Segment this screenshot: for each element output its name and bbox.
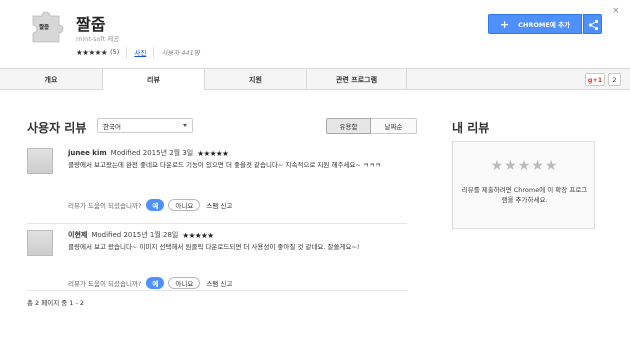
review-item: 이현제 Modified 2015년 1월 28일 ★★★★★ 클량에서 보고 … bbox=[27, 230, 407, 290]
add-to-chrome-button[interactable]: + CHROME에 추가 bbox=[488, 14, 582, 34]
review-date: Modified 2015년 1월 28일 bbox=[91, 231, 179, 239]
tab-bar: 개요 리뷰 지원 관련 프로그램 g+1 2 bbox=[0, 68, 630, 91]
reviews-content: 사용자 리뷰 한국어 유용함 날짜순 junee kim Modified 20… bbox=[0, 90, 630, 346]
provider-text: mint-soft 제공 bbox=[76, 35, 120, 43]
review-text: 클량에서 보고 왔습니다~ 이미지 선택해서 원클릭 다운로드되면 더 사용성이… bbox=[68, 243, 360, 251]
helpful-row: 리뷰가 도움이 되셨습니까? 예 아니요 스팸 신고 bbox=[68, 277, 232, 289]
meta-row: ★★★★★ (5) 사진 사용자 441명 bbox=[76, 46, 200, 58]
review-header: 이현제 Modified 2015년 1월 28일 ★★★★★ bbox=[68, 230, 214, 240]
share-icon bbox=[588, 19, 599, 31]
helpful-prompt: 리뷰가 도움이 되셨습니까? bbox=[68, 202, 142, 210]
close-icon[interactable]: × bbox=[612, 6, 620, 16]
my-review-stars[interactable]: ★★★★★ bbox=[453, 158, 596, 174]
tab-support[interactable]: 지원 bbox=[205, 69, 307, 90]
sort-toggle: 유용함 날짜순 bbox=[326, 118, 417, 134]
review-stars: ★★★★★ bbox=[182, 230, 214, 240]
tab-reviews[interactable]: 리뷰 bbox=[103, 69, 205, 91]
tab-related[interactable]: 관련 프로그램 bbox=[307, 69, 407, 90]
share-button[interactable] bbox=[583, 14, 602, 34]
divider bbox=[153, 46, 155, 58]
sort-helpful-button[interactable]: 유용함 bbox=[326, 118, 371, 134]
review-author: 이현제 bbox=[68, 231, 88, 239]
report-spam-link[interactable]: 스팸 신고 bbox=[206, 278, 232, 288]
icon-label: 짤줍 bbox=[39, 25, 50, 31]
gplus-count: 2 bbox=[608, 73, 621, 86]
my-review-text: 리뷰를 제출하려면 Chrome에 이 확장 프로그램을 추가하세요. bbox=[461, 186, 588, 204]
rating-count[interactable]: (5) bbox=[110, 48, 119, 56]
my-review-title: 내 리뷰 bbox=[452, 121, 490, 135]
language-select[interactable]: 한국어 bbox=[97, 118, 193, 133]
reviews-title: 사용자 리뷰 bbox=[27, 121, 87, 135]
helpful-no-button[interactable]: 아니요 bbox=[168, 277, 201, 289]
helpful-row: 리뷰가 도움이 되셨습니까? 예 아니요 스팸 신고 bbox=[68, 199, 232, 211]
helpful-yes-button[interactable]: 예 bbox=[146, 277, 165, 289]
puzzle-icon: 짤줍 bbox=[30, 8, 66, 44]
extension-title: 짤줍 bbox=[76, 15, 106, 34]
review-item: junee kim Modified 2015년 2월 3일 ★★★★★ 클량에… bbox=[27, 148, 407, 218]
rating-stars: ★★★★★ bbox=[76, 47, 108, 57]
report-spam-link[interactable]: 스팸 신고 bbox=[206, 200, 232, 210]
sort-date-button[interactable]: 날짜순 bbox=[371, 118, 417, 134]
tab-overview[interactable]: 개요 bbox=[0, 69, 103, 90]
helpful-no-button[interactable]: 아니요 bbox=[168, 199, 201, 211]
extension-header: 짤줍 짤줍 mint-soft 제공 ★★★★★ (5) 사진 사용자 441명… bbox=[0, 0, 630, 68]
plus-icon: + bbox=[499, 17, 510, 31]
helpful-prompt: 리뷰가 도움이 되셨습니까? bbox=[68, 280, 142, 288]
review-author: junee kim bbox=[68, 149, 107, 157]
avatar-icon bbox=[27, 148, 53, 174]
chevron-down-icon bbox=[183, 124, 187, 127]
category-link[interactable]: 사진 bbox=[134, 47, 146, 57]
review-stars: ★★★★★ bbox=[197, 148, 229, 158]
review-header: junee kim Modified 2015년 2월 3일 ★★★★★ bbox=[68, 148, 229, 158]
language-value: 한국어 bbox=[103, 122, 121, 131]
avatar-icon bbox=[27, 230, 53, 256]
gplus-button[interactable]: g+1 bbox=[585, 73, 605, 86]
review-divider bbox=[27, 290, 407, 291]
add-button-label: CHROME에 추가 bbox=[518, 21, 571, 29]
pagination-text: 총 2 페이지 중 1 - 2 bbox=[27, 299, 85, 307]
review-text: 클량에서 보고왔는데 완전 좋네요 다운로드 기능이 있으면 더 좋을것 같습니… bbox=[68, 161, 381, 169]
my-review-box: ★★★★★ 리뷰를 제출하려면 Chrome에 이 확장 프로그램을 추가하세요… bbox=[452, 141, 595, 229]
divider bbox=[126, 46, 128, 58]
helpful-yes-button[interactable]: 예 bbox=[146, 199, 165, 211]
user-count: 사용자 441명 bbox=[161, 49, 200, 57]
review-divider bbox=[27, 223, 407, 224]
review-date: Modified 2015년 2월 3일 bbox=[110, 149, 194, 157]
